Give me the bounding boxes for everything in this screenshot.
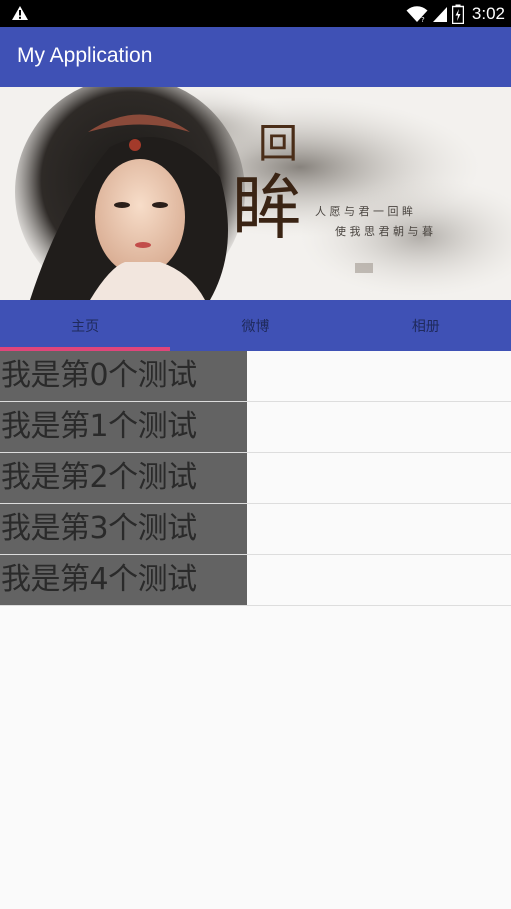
- test-list: 我是第0个测试 我是第1个测试 我是第2个测试 我是第3个测试 我是第4个测试: [0, 351, 511, 606]
- tab-weibo[interactable]: 微博: [170, 300, 340, 351]
- poem-line-2: 使 我 思 君 朝 与 暮: [335, 224, 433, 238]
- tab-weibo-label: 微博: [241, 318, 270, 335]
- tab-home-label: 主页: [71, 318, 100, 335]
- list-item[interactable]: 我是第2个测试: [0, 453, 511, 504]
- signal-icon: [432, 6, 447, 22]
- poem-line-1: 人 愿 与 君 一 回 眸: [315, 204, 413, 218]
- wifi-icon: ?: [406, 5, 428, 23]
- status-icons: ? 3:02: [406, 0, 505, 27]
- banner-image: 回 眸 人 愿 与 君 一 回 眸 使 我 思 君 朝 与 暮: [0, 87, 511, 300]
- tab-bar: 主页 微博 相册: [0, 300, 511, 351]
- status-time: 3:02: [471, 3, 505, 23]
- calligraphy-top: 回: [258, 121, 298, 167]
- battery-icon: [451, 4, 464, 24]
- list-item-label: 我是第4个测试: [0, 555, 247, 605]
- list-item-label: 我是第1个测试: [0, 402, 247, 452]
- status-bar: ? 3:02: [0, 0, 511, 27]
- svg-text:?: ?: [421, 16, 425, 23]
- list-item-label: 我是第0个测试: [0, 351, 247, 401]
- warning-icon: [12, 6, 28, 20]
- list-item[interactable]: 我是第0个测试: [0, 351, 511, 402]
- list-item[interactable]: 我是第3个测试: [0, 504, 511, 555]
- tab-album-label: 相册: [411, 318, 440, 335]
- tab-album[interactable]: 相册: [341, 300, 511, 351]
- app-bar: My Application: [0, 27, 511, 87]
- list-item[interactable]: 我是第1个测试: [0, 402, 511, 453]
- list-item-label: 我是第3个测试: [0, 504, 247, 554]
- tab-home[interactable]: 主页: [0, 300, 170, 351]
- calligraphy-main: 眸: [232, 167, 302, 249]
- banner-artwork: 回 眸 人 愿 与 君 一 回 眸 使 我 思 君 朝 与 暮: [15, 87, 511, 300]
- app-title: My Application: [17, 44, 153, 67]
- list-item[interactable]: 我是第4个测试: [0, 555, 511, 606]
- list-item-label: 我是第2个测试: [0, 453, 247, 503]
